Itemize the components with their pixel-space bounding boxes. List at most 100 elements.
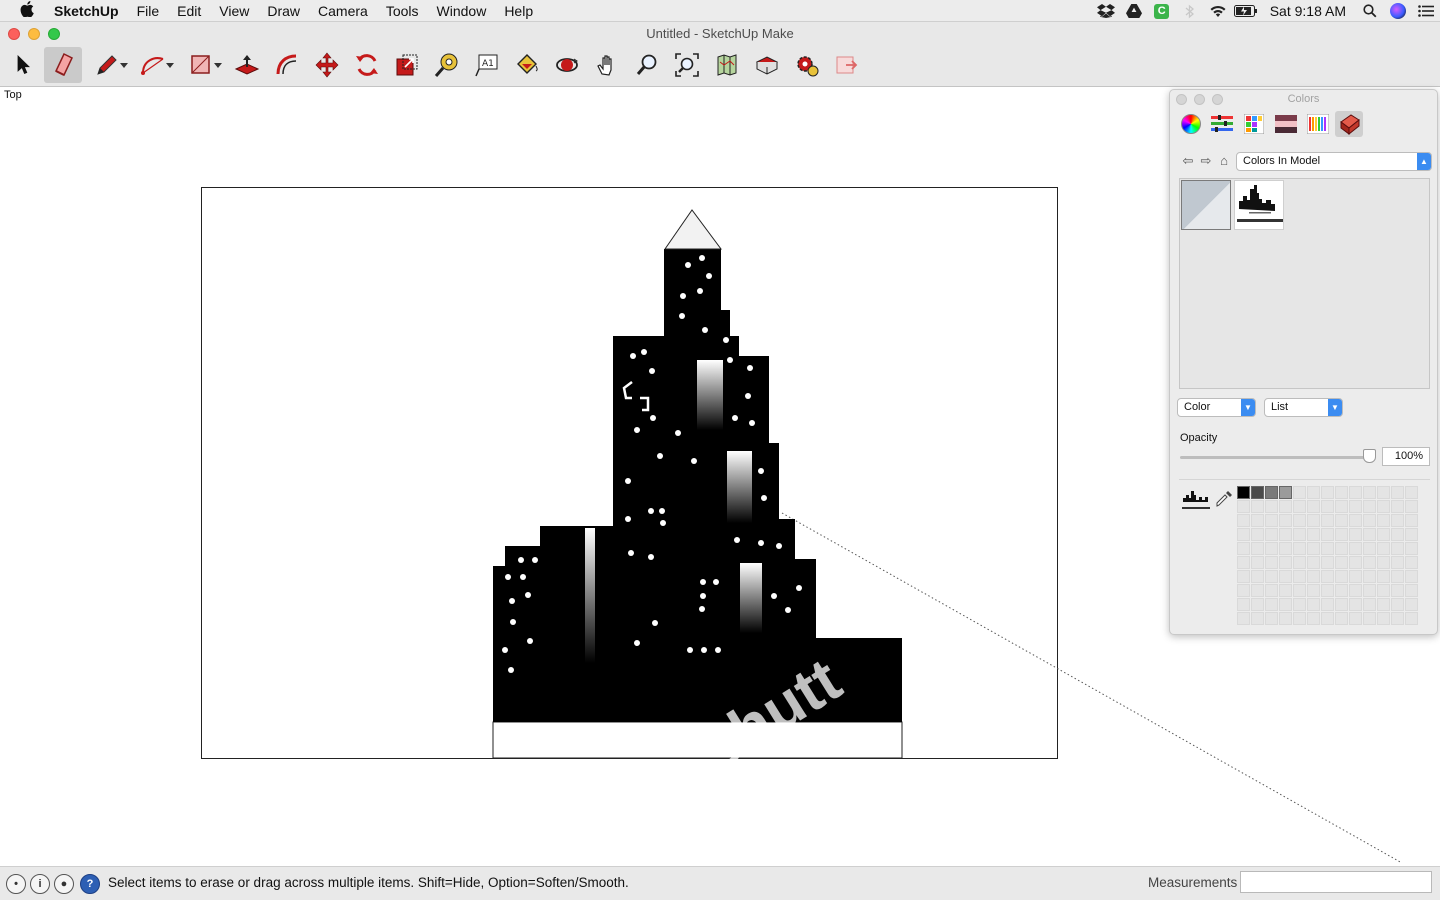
empty-color-slot[interactable] (1293, 514, 1306, 527)
empty-color-slot[interactable] (1349, 570, 1362, 583)
empty-color-slot[interactable] (1349, 598, 1362, 611)
menu-view[interactable]: View (210, 0, 258, 22)
empty-color-slot[interactable] (1349, 584, 1362, 597)
empty-color-slot[interactable] (1391, 486, 1404, 499)
empty-color-slot[interactable] (1321, 570, 1334, 583)
empty-color-slot[interactable] (1321, 514, 1334, 527)
google-drive-icon[interactable] (1120, 0, 1148, 22)
green-app-icon[interactable]: C (1148, 0, 1176, 22)
empty-color-slot[interactable] (1405, 528, 1418, 541)
orbit-tool-button[interactable] (548, 47, 586, 83)
empty-color-slot[interactable] (1363, 542, 1376, 555)
opacity-value-field[interactable]: 100% (1382, 447, 1430, 466)
empty-color-slot[interactable] (1237, 570, 1250, 583)
empty-color-slot[interactable] (1321, 528, 1334, 541)
empty-color-slot[interactable] (1391, 514, 1404, 527)
empty-color-slot[interactable] (1293, 612, 1306, 625)
empty-color-slot[interactable] (1321, 612, 1334, 625)
zoom-tool-button[interactable] (628, 47, 666, 83)
empty-color-slot[interactable] (1251, 598, 1264, 611)
empty-color-slot[interactable] (1321, 598, 1334, 611)
window-maximize-button[interactable] (48, 28, 60, 40)
empty-color-slot[interactable] (1377, 514, 1390, 527)
menu-file[interactable]: File (128, 0, 169, 22)
empty-color-slot[interactable] (1349, 514, 1362, 527)
empty-color-slot[interactable] (1321, 486, 1334, 499)
empty-color-slot[interactable] (1307, 556, 1320, 569)
siri-icon[interactable] (1384, 0, 1412, 22)
empty-color-slot[interactable] (1251, 556, 1264, 569)
empty-color-slot[interactable] (1279, 612, 1292, 625)
bluetooth-icon[interactable] (1176, 0, 1204, 22)
recent-color-swatch[interactable] (1279, 486, 1292, 499)
skyline-material-swatch[interactable] (1234, 180, 1284, 230)
empty-color-slot[interactable] (1363, 528, 1376, 541)
paint-bucket-tool-button[interactable] (508, 47, 546, 83)
eyedropper-icon[interactable] (1215, 490, 1233, 508)
empty-color-slot[interactable] (1279, 570, 1292, 583)
empty-color-slot[interactable] (1391, 542, 1404, 555)
empty-color-slot[interactable] (1293, 570, 1306, 583)
recent-color-swatch[interactable] (1251, 486, 1264, 499)
empty-color-slot[interactable] (1335, 612, 1348, 625)
empty-color-slot[interactable] (1251, 528, 1264, 541)
default-material-swatch[interactable] (1181, 180, 1231, 230)
empty-color-slot[interactable] (1251, 500, 1264, 513)
empty-color-slot[interactable] (1349, 612, 1362, 625)
line-tool-button[interactable] (88, 47, 128, 83)
menu-app-name[interactable]: SketchUp (54, 0, 128, 22)
empty-color-slot[interactable] (1363, 486, 1376, 499)
empty-color-slot[interactable] (1391, 598, 1404, 611)
empty-color-slot[interactable] (1237, 514, 1250, 527)
tape-measure-tool-button[interactable] (428, 47, 466, 83)
menubar-clock[interactable]: Sat 9:18 AM (1260, 3, 1356, 19)
empty-color-slot[interactable] (1307, 598, 1320, 611)
empty-color-slot[interactable] (1293, 542, 1306, 555)
empty-color-slot[interactable] (1321, 556, 1334, 569)
empty-color-slot[interactable] (1279, 514, 1292, 527)
empty-color-slot[interactable] (1349, 528, 1362, 541)
empty-color-slot[interactable] (1307, 500, 1320, 513)
empty-color-slot[interactable] (1363, 514, 1376, 527)
empty-color-slot[interactable] (1265, 528, 1278, 541)
empty-color-slot[interactable] (1321, 584, 1334, 597)
empty-color-slot[interactable] (1377, 556, 1390, 569)
empty-color-slot[interactable] (1335, 486, 1348, 499)
image-palette-mode-button[interactable] (1272, 111, 1300, 137)
empty-color-slot[interactable] (1405, 598, 1418, 611)
empty-color-slot[interactable] (1237, 612, 1250, 625)
empty-color-slot[interactable] (1237, 500, 1250, 513)
select-tool-button[interactable] (4, 47, 42, 83)
empty-color-slot[interactable] (1237, 598, 1250, 611)
empty-color-slot[interactable] (1377, 500, 1390, 513)
empty-color-slot[interactable] (1307, 584, 1320, 597)
empty-color-slot[interactable] (1279, 542, 1292, 555)
measurements-input[interactable] (1240, 871, 1432, 893)
empty-color-slot[interactable] (1377, 528, 1390, 541)
empty-color-slot[interactable] (1335, 500, 1348, 513)
empty-color-slot[interactable] (1265, 514, 1278, 527)
empty-color-slot[interactable] (1237, 542, 1250, 555)
empty-color-slot[interactable] (1335, 584, 1348, 597)
empty-color-slot[interactable] (1377, 612, 1390, 625)
empty-color-slot[interactable] (1405, 486, 1418, 499)
empty-color-slot[interactable] (1391, 612, 1404, 625)
empty-color-slot[interactable] (1307, 486, 1320, 499)
home-icon[interactable]: ⌂ (1216, 153, 1232, 169)
empty-color-slot[interactable] (1279, 584, 1292, 597)
empty-color-slot[interactable] (1293, 584, 1306, 597)
color-mode-select[interactable]: Color ▼ (1177, 398, 1256, 417)
extension-manager-tool-button[interactable] (788, 47, 826, 83)
empty-color-slot[interactable] (1349, 542, 1362, 555)
empty-color-slot[interactable] (1307, 570, 1320, 583)
window-minimize-button[interactable] (28, 28, 40, 40)
extension-warehouse-tool-button[interactable] (748, 47, 786, 83)
empty-color-slot[interactable] (1279, 556, 1292, 569)
text-tool-button[interactable]: A1 (468, 47, 506, 83)
menu-edit[interactable]: Edit (168, 0, 210, 22)
empty-color-slot[interactable] (1307, 514, 1320, 527)
send-to-layout-tool-button[interactable] (828, 47, 866, 83)
empty-color-slot[interactable] (1405, 514, 1418, 527)
empty-color-slot[interactable] (1335, 598, 1348, 611)
wifi-icon[interactable] (1204, 0, 1232, 22)
